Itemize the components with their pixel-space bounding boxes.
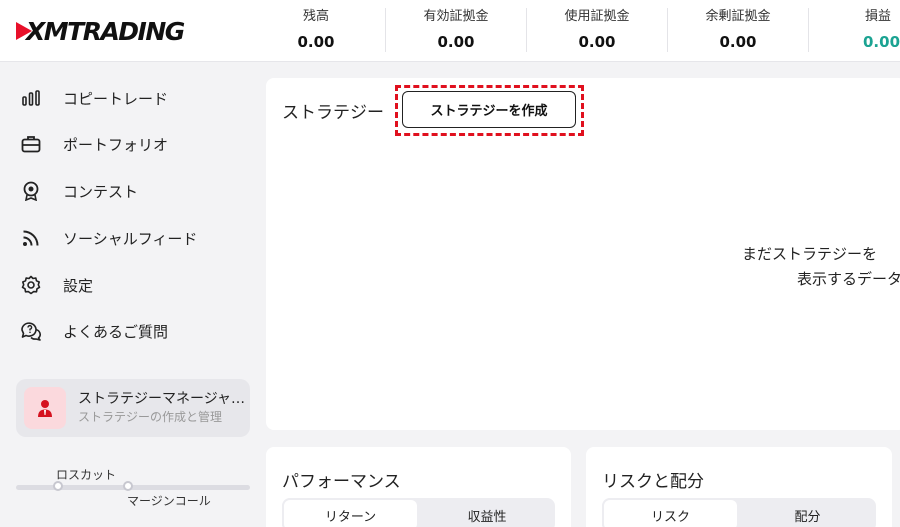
- tab-allocation[interactable]: 配分: [739, 498, 876, 527]
- top-header: XMTRADING 残高 0.00 有効証拠金 0.00 使用証拠金 0.00 …: [0, 0, 900, 62]
- person-icon: [24, 387, 66, 429]
- stat-value: 0.00: [437, 33, 475, 51]
- sidebar-item-label: ポートフォリオ: [63, 135, 169, 154]
- tab-profitability[interactable]: 収益性: [419, 498, 555, 527]
- stat-balance: 残高 0.00: [246, 8, 386, 52]
- margin-call-marker: [123, 481, 133, 491]
- empty-state-line2: 表示するデータ: [797, 270, 900, 288]
- sidebar-item-label: コピートレード: [63, 89, 169, 108]
- stat-free-margin: 余剰証拠金 0.00: [668, 8, 808, 52]
- rss-icon: [20, 227, 42, 249]
- performance-title: パフォーマンス: [282, 472, 401, 492]
- award-icon: [20, 180, 42, 202]
- sidebar-item-faq[interactable]: よくあるご質問: [20, 316, 250, 346]
- risk-tabs: リスク 配分: [602, 498, 876, 527]
- stop-out-label: ロスカット: [56, 468, 117, 482]
- sidebar-item-portfolio[interactable]: ポートフォリオ: [20, 129, 250, 159]
- sidebar-item-copy-trade[interactable]: コピートレード: [20, 83, 250, 113]
- stat-equity: 有効証拠金 0.00: [386, 8, 526, 52]
- stat-value: 0.00: [578, 33, 616, 51]
- gear-icon: [20, 274, 42, 296]
- stat-value: 0.00: [297, 33, 335, 51]
- stat-label: 有効証拠金: [423, 9, 489, 24]
- risk-allocation-panel: リスクと配分 リスク 配分: [586, 447, 892, 527]
- tab-risk[interactable]: リスク: [602, 498, 739, 527]
- stat-used-margin: 使用証拠金 0.00: [527, 8, 667, 52]
- strategy-manager-card[interactable]: ストラテジーマネージャ… ストラテジーの作成と管理: [16, 379, 250, 437]
- margin-call-label: マージンコール: [127, 494, 211, 508]
- sidebar-item-settings[interactable]: 設定: [20, 270, 250, 300]
- bar-chart-icon: [20, 87, 42, 109]
- performance-tabs: リターン 収益性: [282, 498, 555, 527]
- stat-label: 損益: [865, 9, 892, 24]
- create-strategy-button[interactable]: ストラテジーを作成: [402, 91, 576, 128]
- stat-label: 使用証拠金: [564, 9, 630, 24]
- xm-logo[interactable]: XMTRADING: [16, 14, 185, 48]
- sidebar-item-label: 設定: [63, 276, 94, 295]
- strategy-manager-subtitle: ストラテジーの作成と管理: [78, 410, 223, 424]
- stat-value: 0.00: [863, 33, 900, 51]
- strategy-title: ストラテジー: [282, 103, 384, 123]
- stat-profit-loss: 損益 0.00: [809, 8, 900, 52]
- tab-return[interactable]: リターン: [282, 498, 419, 527]
- sidebar-item-label: コンテスト: [63, 182, 139, 201]
- stop-out-marker: [53, 481, 63, 491]
- risk-title: リスクと配分: [602, 472, 704, 492]
- briefcase-icon: [20, 133, 42, 155]
- empty-state-line1: まだストラテジーを: [742, 245, 878, 263]
- stat-label: 残高: [302, 9, 329, 24]
- sidebar-item-label: よくあるご質問: [63, 322, 169, 341]
- logo-text: XMTRADING: [26, 16, 185, 46]
- sidebar: コピートレード ポートフォリオ コンテスト ソーシャルフィード 設定 よくあるご…: [0, 62, 262, 527]
- strategy-manager-title: ストラテジーマネージャ…: [78, 391, 246, 407]
- sidebar-item-contest[interactable]: コンテスト: [20, 176, 250, 206]
- sidebar-item-label: ソーシャルフィード: [63, 229, 198, 248]
- strategy-panel: ストラテジー ストラテジーを作成 まだストラテジーを 表示するデータ: [266, 78, 900, 430]
- stat-value: 0.00: [719, 33, 757, 51]
- performance-panel: パフォーマンス リターン 収益性: [266, 447, 571, 527]
- margin-level-bar: [16, 485, 250, 490]
- sidebar-item-social-feed[interactable]: ソーシャルフィード: [20, 223, 250, 253]
- chat-question-icon: [20, 320, 42, 342]
- stat-label: 余剰証拠金: [705, 9, 771, 24]
